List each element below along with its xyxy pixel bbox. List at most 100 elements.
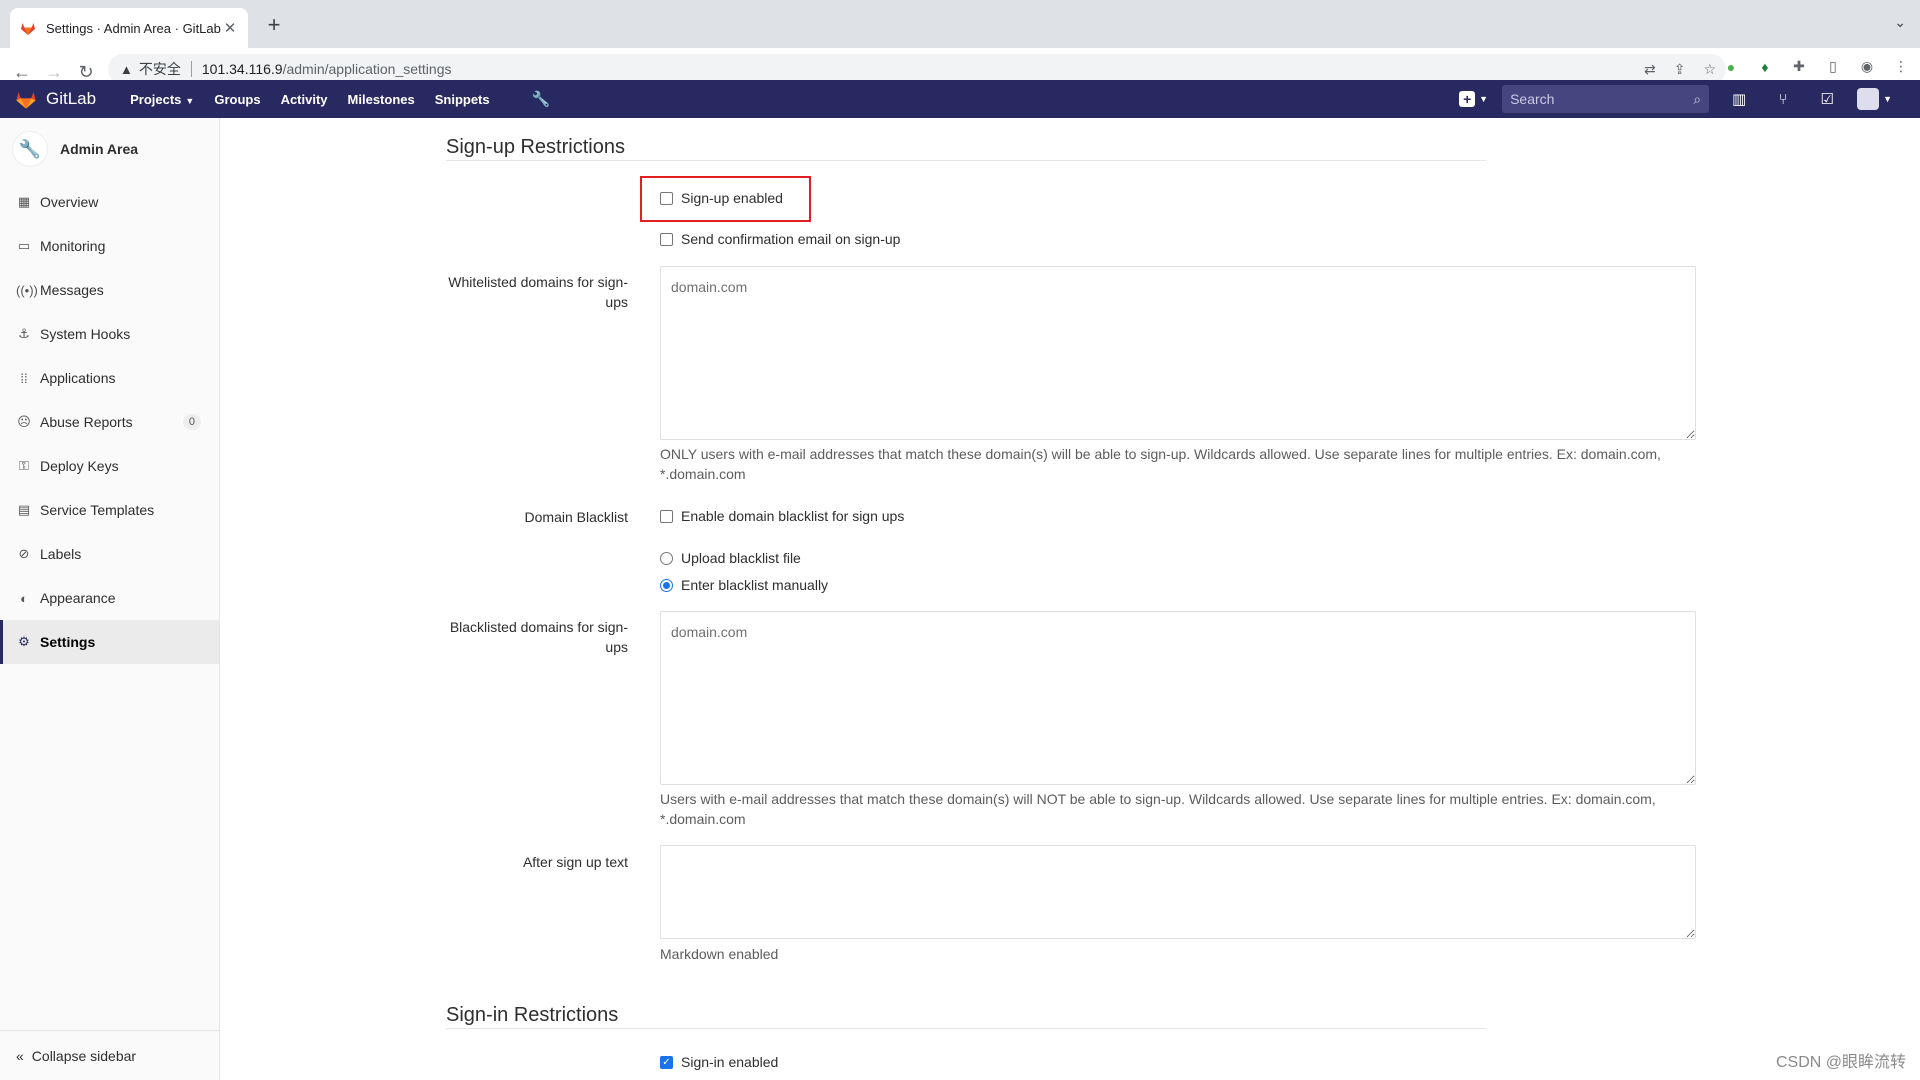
send-confirmation-checkbox[interactable]: Send confirmation email on sign-up bbox=[660, 231, 900, 247]
translate-icon[interactable]: ⇄ bbox=[1644, 61, 1656, 78]
share-icon[interactable]: ⇪ bbox=[1674, 61, 1686, 78]
search-icon: ⌕ bbox=[1693, 90, 1702, 107]
chevron-down-icon[interactable]: ▼ bbox=[1479, 94, 1488, 104]
sidebar-item-label: Messages bbox=[40, 282, 104, 298]
sidebar-item-messages[interactable]: ((•)) Messages bbox=[0, 268, 219, 312]
nav-activity[interactable]: Activity bbox=[281, 92, 328, 107]
applications-icon: ⁞⁞ bbox=[20, 370, 28, 386]
sidebar-item-deploy-keys[interactable]: ⚿ Deploy Keys bbox=[0, 444, 219, 488]
appearance-icon: ◐ bbox=[20, 590, 28, 606]
signin-restrictions-title: Sign-in Restrictions bbox=[446, 1004, 619, 1026]
messages-icon: ((•)) bbox=[16, 282, 38, 298]
bookmark-star-icon[interactable]: ☆ bbox=[1703, 61, 1716, 78]
new-item-plus-icon[interactable]: + bbox=[1459, 91, 1476, 107]
sidebar-item-label: Deploy Keys bbox=[40, 458, 119, 474]
checkbox-box[interactable] bbox=[660, 232, 673, 246]
sidebar-item-labels[interactable]: ⊘ Labels bbox=[0, 532, 219, 576]
merge-requests-icon[interactable]: ⑂ bbox=[1769, 91, 1797, 108]
sidebar-item-monitoring[interactable]: ▭ Monitoring bbox=[0, 224, 219, 268]
chevron-down-icon[interactable]: ▼ bbox=[1883, 94, 1892, 104]
section-divider bbox=[446, 1028, 1486, 1029]
browser-menu-icon[interactable]: ⋮ bbox=[1892, 58, 1910, 75]
blacklisted-domains-label: Blacklisted domains for sign-ups bbox=[449, 619, 628, 655]
whitelist-label: Whitelisted domains for sign-ups bbox=[448, 274, 628, 310]
sidebar-context-header[interactable]: 🔧 Admin Area bbox=[0, 118, 219, 180]
nav-projects[interactable]: Projects ▼ bbox=[130, 92, 194, 107]
todos-icon[interactable]: ☑ bbox=[1813, 90, 1841, 108]
nav-projects-label: Projects bbox=[130, 91, 182, 107]
admin-wrench-icon[interactable]: 🔧 bbox=[532, 90, 551, 108]
gitlab-tanuki-icon bbox=[16, 92, 36, 109]
tab-title: Settings · Admin Area · GitLab bbox=[46, 20, 221, 36]
whitelist-domains-textarea[interactable] bbox=[660, 266, 1696, 440]
sidebar-item-system-hooks[interactable]: ⚓ System Hooks bbox=[0, 312, 219, 356]
enter-blacklist-radio[interactable]: Enter blacklist manually bbox=[660, 577, 828, 593]
sidebar-item-label: Applications bbox=[40, 370, 116, 386]
gitlab-logo[interactable]: GitLab bbox=[14, 88, 96, 110]
watermark: CSDN @眼眸流转 bbox=[1775, 1054, 1906, 1071]
after-signup-label: After sign up text bbox=[522, 854, 628, 870]
admin-sidebar: 🔧 Admin Area ▦ Overview ▭ Monitoring ((•))… bbox=[0, 118, 220, 1080]
radio-circle[interactable] bbox=[660, 551, 673, 565]
checkbox-box[interactable] bbox=[660, 509, 673, 523]
tab-close-icon[interactable]: ✕ bbox=[222, 19, 238, 37]
checkbox-box[interactable] bbox=[660, 191, 673, 205]
sidebar-item-settings[interactable]: ⚙ Settings bbox=[0, 620, 219, 664]
enter-blacklist-label: Enter blacklist manually bbox=[681, 577, 829, 593]
upload-blacklist-radio[interactable]: Upload blacklist file bbox=[660, 550, 801, 566]
sidebar-item-applications[interactable]: ⁞⁞ Applications bbox=[0, 356, 219, 400]
enable-blacklist-checkbox[interactable]: Enable domain blacklist for sign ups bbox=[660, 508, 904, 524]
sidebar-context-title: Admin Area bbox=[60, 141, 139, 157]
blacklisted-domains-textarea[interactable] bbox=[660, 611, 1696, 785]
gitlab-brand: GitLab bbox=[46, 89, 97, 108]
collapse-sidebar-button[interactable]: « Collapse sidebar bbox=[0, 1030, 219, 1080]
labels-icon: ⊘ bbox=[18, 546, 30, 561]
gitlab-favicon-icon bbox=[21, 23, 35, 35]
sidebar-item-label: Settings bbox=[40, 634, 96, 650]
sidebar-item-appearance[interactable]: ◐ Appearance bbox=[0, 576, 219, 620]
extensions-puzzle-icon[interactable]: ✚ bbox=[1790, 58, 1808, 75]
new-tab-icon[interactable]: + bbox=[260, 12, 288, 40]
issues-icon[interactable]: ▥ bbox=[1725, 90, 1753, 108]
sidebar-item-label: Overview bbox=[40, 194, 99, 210]
radio-circle-selected[interactable] bbox=[660, 578, 673, 592]
sidebar-item-label: Service Templates bbox=[40, 502, 155, 518]
wrench-icon: 🔧 bbox=[12, 131, 48, 167]
sidebar-item-abuse-reports[interactable]: ☹ Abuse Reports 0 bbox=[0, 400, 219, 444]
browser-tab-bar: Settings · Admin Area · GitLab ✕ + ⌄ bbox=[0, 0, 1920, 48]
sidebar-item-label: Abuse Reports bbox=[40, 414, 133, 430]
search-placeholder: Search bbox=[1510, 91, 1555, 107]
key-icon: ⚿ bbox=[19, 458, 29, 473]
nav-milestones[interactable]: Milestones bbox=[348, 92, 415, 107]
nav-groups[interactable]: Groups bbox=[214, 92, 260, 107]
sidebar-item-label: Monitoring bbox=[40, 238, 106, 254]
omnibox-separator bbox=[190, 61, 192, 77]
abuse-count-badge: 0 bbox=[182, 414, 201, 430]
tab-search-chevron-icon[interactable]: ⌄ bbox=[1894, 14, 1906, 31]
after-signup-textarea[interactable] bbox=[660, 845, 1696, 939]
insecure-label: 不安全 bbox=[138, 61, 181, 77]
settings-main: Sign-up Restrictions Sign-up enabled Sen… bbox=[220, 118, 1920, 1080]
search-input[interactable]: Search ⌕ bbox=[1502, 85, 1710, 113]
chevron-down-icon: ▼ bbox=[185, 95, 195, 106]
user-avatar[interactable] bbox=[1857, 88, 1880, 110]
gitlab-top-nav: GitLab Projects ▼ Groups Activity Milesto… bbox=[0, 80, 1920, 118]
url-path: /admin/application_settings bbox=[282, 61, 452, 77]
extension-green-icon[interactable]: ♦ bbox=[1756, 59, 1774, 75]
checkbox-box-checked[interactable]: ✓ bbox=[660, 1055, 673, 1069]
profile-icon[interactable]: ◉ bbox=[1858, 58, 1876, 75]
enable-blacklist-label: Enable domain blacklist for sign ups bbox=[681, 508, 905, 524]
sidebar-item-overview[interactable]: ▦ Overview bbox=[0, 180, 219, 224]
nav-snippets[interactable]: Snippets bbox=[435, 92, 490, 107]
browser-tab[interactable]: Settings · Admin Area · GitLab ✕ bbox=[10, 8, 248, 48]
template-icon: ▤ bbox=[17, 502, 31, 517]
extension-badge-icon[interactable]: ● bbox=[1722, 59, 1740, 75]
overview-icon: ▦ bbox=[17, 194, 31, 209]
signup-enabled-checkbox[interactable]: Sign-up enabled bbox=[660, 190, 783, 206]
settings-icon: ⚙ bbox=[18, 634, 30, 649]
signin-enabled-checkbox[interactable]: ✓ Sign-in enabled bbox=[660, 1054, 778, 1070]
markdown-help-text: Markdown enabled bbox=[660, 946, 779, 962]
sidebar-item-service-templates[interactable]: ▤ Service Templates bbox=[0, 488, 219, 532]
side-panel-icon[interactable]: ▯ bbox=[1824, 58, 1842, 75]
sidebar-item-label: System Hooks bbox=[40, 326, 131, 342]
